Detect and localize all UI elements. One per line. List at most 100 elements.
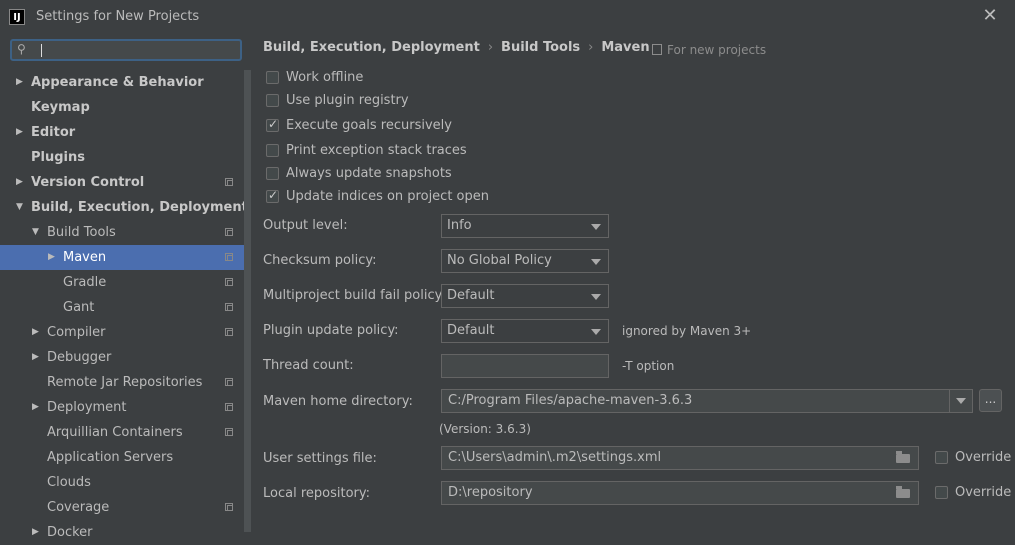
local-repository-input[interactable]: D:\repository <box>441 481 919 505</box>
sidebar-item-build-execution-deployment[interactable]: ▼ Build, Execution, Deployment <box>0 195 248 220</box>
sidebar-item-plugins[interactable]: Plugins <box>0 145 244 170</box>
project-level-settings-icon <box>225 178 233 186</box>
checkbox-label: Override <box>955 450 1012 465</box>
close-icon[interactable]: ✕ <box>981 7 999 25</box>
folder-icon[interactable] <box>896 451 910 463</box>
checkbox-box[interactable] <box>935 486 948 499</box>
sidebar-item-label: Docker <box>47 525 93 540</box>
breadcrumb-item: Maven <box>601 40 650 55</box>
checkbox-unchecked[interactable] <box>266 94 279 107</box>
collapsed-arrow-icon[interactable]: ▶ <box>32 320 39 345</box>
breadcrumb-item[interactable]: Build Tools <box>501 40 580 55</box>
checkbox-label: Use plugin registry <box>286 93 409 108</box>
user-settings-input[interactable]: C:\Users\admin\.m2\settings.xml <box>441 446 919 470</box>
sidebar-item-label: Application Servers <box>47 450 174 465</box>
plugin-update-policy-select[interactable]: Default <box>441 319 609 343</box>
sidebar-item-label: Remote Jar Repositories <box>47 375 203 390</box>
breadcrumb-separator: › <box>487 40 494 55</box>
checkbox-unchecked[interactable] <box>266 167 279 180</box>
search-icon: ⚲ <box>17 42 26 56</box>
collapsed-arrow-icon[interactable]: ▶ <box>32 345 39 370</box>
sidebar-item-appearance-behavior[interactable]: ▶ Appearance & Behavior <box>0 70 244 95</box>
project-level-settings-icon <box>225 278 233 286</box>
collapsed-arrow-icon[interactable]: ▶ <box>16 170 23 195</box>
collapsed-arrow-icon[interactable]: ▶ <box>48 245 55 270</box>
plugin-update-hint: ignored by Maven 3+ <box>622 324 752 338</box>
select-value: No Global Policy <box>447 253 552 268</box>
sidebar-item-label: Version Control <box>31 175 145 190</box>
sidebar-item-label: Debugger <box>47 350 112 365</box>
project-level-settings-icon <box>225 228 233 236</box>
checkbox-unchecked[interactable] <box>266 144 279 157</box>
sidebar-scrollbar[interactable] <box>244 70 251 532</box>
input-value: D:\repository <box>448 485 533 500</box>
settings-tree: ▶ Appearance & Behavior Keymap ▶ Editor Plugi… <box>0 70 248 545</box>
sidebar-item-label: Build Tools <box>47 225 116 240</box>
settings-sidebar: ⚲ ▶ Appearance & Behavior Keymap ▶ Editor Plu… <box>0 34 252 540</box>
project-level-settings-icon <box>225 253 233 261</box>
collapsed-arrow-icon[interactable]: ▶ <box>32 395 39 420</box>
select-value: Default <box>447 323 495 338</box>
sidebar-item-label: Maven <box>63 250 107 265</box>
sidebar-item-clouds[interactable]: Clouds <box>0 470 244 495</box>
maven-home-browse-button[interactable]: ... <box>979 389 1002 412</box>
sidebar-item-gradle[interactable]: Gradle <box>0 270 244 295</box>
sidebar-item-deployment[interactable]: ▶ Deployment <box>0 395 244 420</box>
sidebar-item-arquillian-containers[interactable]: Arquillian Containers <box>0 420 244 445</box>
sidebar-item-keymap[interactable]: Keymap <box>0 95 244 120</box>
expanded-arrow-icon[interactable]: ▼ <box>32 220 39 245</box>
thread-count-hint: -T option <box>622 359 675 373</box>
maven-settings-panel: Build, Execution, Deployment › Build Tools… <box>252 34 1015 532</box>
breadcrumb-item[interactable]: Build, Execution, Deployment <box>263 40 480 55</box>
sidebar-item-label: Compiler <box>47 325 106 340</box>
sidebar-item-label: Arquillian Containers <box>47 425 183 440</box>
sidebar-item-label: Build, Execution, Deployment <box>31 200 248 215</box>
sidebar-item-editor[interactable]: ▶ Editor <box>0 120 244 145</box>
input-value: C:\Users\admin\.m2\settings.xml <box>448 450 662 465</box>
collapsed-arrow-icon[interactable]: ▶ <box>16 120 23 145</box>
breadcrumb-separator: › <box>588 40 594 55</box>
sidebar-item-coverage[interactable]: Coverage <box>0 495 244 520</box>
maven-version-text: (Version: 3.6.3) <box>439 422 531 436</box>
sidebar-item-maven[interactable]: ▶ Maven <box>0 245 244 270</box>
sidebar-item-label: Gradle <box>63 275 107 290</box>
sidebar-item-label: Gant <box>63 300 95 315</box>
expanded-arrow-icon[interactable]: ▼ <box>16 195 23 220</box>
checkbox-unchecked[interactable] <box>266 71 279 84</box>
checkbox-label: Always update snapshots <box>286 166 452 181</box>
scope-indicator: For new projects <box>652 43 766 57</box>
thread-count-input[interactable] <box>441 354 609 378</box>
intellij-app-icon: IJ <box>9 9 25 25</box>
output-level-label: Output level: <box>263 218 348 233</box>
maven-home-dropdown-button[interactable] <box>949 390 972 412</box>
sidebar-item-label: Appearance & Behavior <box>31 75 204 90</box>
checksum-policy-select[interactable]: No Global Policy <box>441 249 609 273</box>
sidebar-item-docker[interactable]: ▶ Docker <box>0 520 244 545</box>
sidebar-item-label: Plugins <box>31 150 85 165</box>
folder-icon[interactable] <box>896 486 910 498</box>
maven-home-label: Maven home directory: <box>263 394 413 409</box>
collapsed-arrow-icon[interactable]: ▶ <box>16 70 23 95</box>
chevron-down-icon <box>591 259 601 265</box>
sidebar-item-debugger[interactable]: ▶ Debugger <box>0 345 244 370</box>
sidebar-item-gant[interactable]: Gant <box>0 295 244 320</box>
sidebar-item-build-tools[interactable]: ▼ Build Tools <box>0 220 244 245</box>
sidebar-item-application-servers[interactable]: Application Servers <box>0 445 244 470</box>
checkbox-checked[interactable] <box>266 188 279 203</box>
sidebar-item-compiler[interactable]: ▶ Compiler <box>0 320 244 345</box>
multiproject-fail-policy-select[interactable]: Default <box>441 284 609 308</box>
collapsed-arrow-icon[interactable]: ▶ <box>32 520 39 545</box>
settings-search-input[interactable]: ⚲ <box>10 39 242 61</box>
checksum-policy-label: Checksum policy: <box>263 253 377 268</box>
output-level-select[interactable]: Info <box>441 214 609 238</box>
plugin-update-policy-label: Plugin update policy: <box>263 323 399 338</box>
project-level-settings-icon <box>225 378 233 386</box>
maven-home-combo[interactable]: C:/Program Files/apache-maven-3.6.3 <box>441 389 973 413</box>
checkbox-checked[interactable] <box>266 117 279 132</box>
sidebar-item-label: Keymap <box>31 100 90 115</box>
sidebar-item-remote-jar-repositories[interactable]: Remote Jar Repositories <box>0 370 244 395</box>
checkbox-box[interactable] <box>935 451 948 464</box>
local-repository-label: Local repository: <box>263 486 370 501</box>
multiproject-fail-policy-label: Multiproject build fail policy: <box>263 288 446 303</box>
sidebar-item-version-control[interactable]: ▶ Version Control <box>0 170 244 195</box>
